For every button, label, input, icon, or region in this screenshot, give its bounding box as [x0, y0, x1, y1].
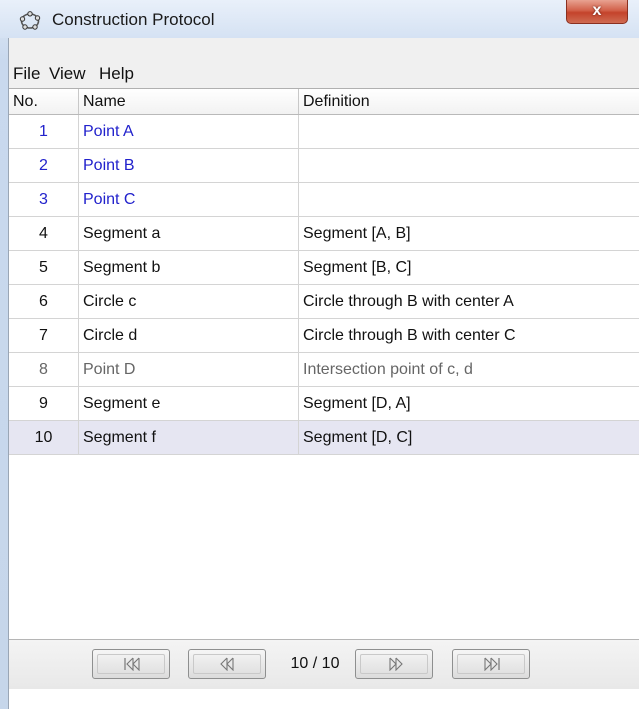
- menu-help[interactable]: Help: [99, 64, 134, 84]
- cell-number: 3: [9, 183, 79, 216]
- cell-definition: Segment [D, A]: [303, 395, 411, 412]
- table-row[interactable]: 8 Point D Intersection point of c, d: [9, 353, 639, 387]
- table-row[interactable]: 9 Segment e Segment [D, A]: [9, 387, 639, 421]
- skip-to-first-icon: [124, 657, 140, 671]
- cell-number: 10: [9, 421, 79, 454]
- previous-step-button[interactable]: [188, 649, 266, 679]
- table-row[interactable]: 7 Circle d Circle through B with center C: [9, 319, 639, 353]
- table-row[interactable]: 4 Segment a Segment [A, B]: [9, 217, 639, 251]
- cell-name: Circle c: [79, 285, 299, 318]
- navigation-bar: 10 / 10: [9, 639, 639, 689]
- table-body: 1 Point A 2 Point B 3 Point C 4 Segment a Segmen…: [9, 115, 639, 455]
- cell-number: 7: [9, 319, 79, 352]
- cell-number: 8: [9, 353, 79, 386]
- cell-definition: Circle through B with center A: [303, 293, 514, 310]
- construction-protocol-window: Construction Protocol x File View Help N…: [0, 0, 639, 709]
- window-title: Construction Protocol: [52, 10, 215, 29]
- column-header-no[interactable]: No.: [9, 89, 79, 114]
- cell-definition: Segment [B, C]: [303, 259, 412, 276]
- cell-number: 9: [9, 387, 79, 420]
- cell-name: Circle d: [79, 319, 299, 352]
- menu-file[interactable]: File: [13, 64, 40, 84]
- cell-definition: [299, 115, 639, 148]
- column-header-definition[interactable]: Definition: [299, 89, 639, 114]
- table-row[interactable]: 2 Point B: [9, 149, 639, 183]
- skip-to-last-icon: [484, 657, 500, 671]
- next-step-button[interactable]: [355, 649, 433, 679]
- protocol-table: No. Name Definition 1 Point A 2 Point B 3 Poi…: [9, 88, 639, 689]
- cell-number: 4: [9, 217, 79, 250]
- cell-number: 6: [9, 285, 79, 318]
- geogebra-app-icon: [19, 11, 41, 30]
- cell-name: Segment a: [79, 217, 299, 250]
- cell-name: Point B: [79, 149, 299, 182]
- cell-name: Segment f: [79, 421, 299, 454]
- bottom-strip: [9, 689, 639, 709]
- title-bar[interactable]: Construction Protocol x: [0, 0, 639, 38]
- cell-definition: Circle through B with center C: [303, 327, 516, 344]
- table-header: No. Name Definition: [9, 89, 639, 115]
- menu-view[interactable]: View: [49, 64, 86, 84]
- close-icon: x: [592, 2, 602, 19]
- table-row[interactable]: 5 Segment b Segment [B, C]: [9, 251, 639, 285]
- cell-number: 1: [9, 115, 79, 148]
- client-area: File View Help No. Name Definition 1 Poin…: [8, 38, 639, 709]
- cell-name: Segment e: [79, 387, 299, 420]
- cell-definition: Intersection point of c, d: [303, 361, 473, 378]
- cell-definition: Segment [A, B]: [303, 225, 411, 242]
- table-row[interactable]: 3 Point C: [9, 183, 639, 217]
- cell-number: 5: [9, 251, 79, 284]
- close-button[interactable]: x: [566, 0, 628, 24]
- cell-number: 2: [9, 149, 79, 182]
- menu-bar: File View Help: [9, 60, 639, 88]
- cell-name: Point C: [79, 183, 299, 216]
- cell-name: Point A: [79, 115, 299, 148]
- step-forward-icon: [389, 657, 403, 671]
- cell-name: Point D: [79, 353, 299, 386]
- table-row[interactable]: 6 Circle c Circle through B with center A: [9, 285, 639, 319]
- last-step-button[interactable]: [452, 649, 530, 679]
- cell-name: Segment b: [79, 251, 299, 284]
- step-back-icon: [220, 657, 234, 671]
- table-row[interactable]: 10 Segment f Segment [D, C]: [9, 421, 639, 455]
- cell-definition: [299, 149, 639, 182]
- cell-definition: Segment [D, C]: [303, 429, 413, 446]
- step-counter: 10 / 10: [290, 655, 340, 672]
- first-step-button[interactable]: [92, 649, 170, 679]
- column-header-name[interactable]: Name: [79, 89, 299, 114]
- cell-definition: [299, 183, 639, 216]
- table-row[interactable]: 1 Point A: [9, 115, 639, 149]
